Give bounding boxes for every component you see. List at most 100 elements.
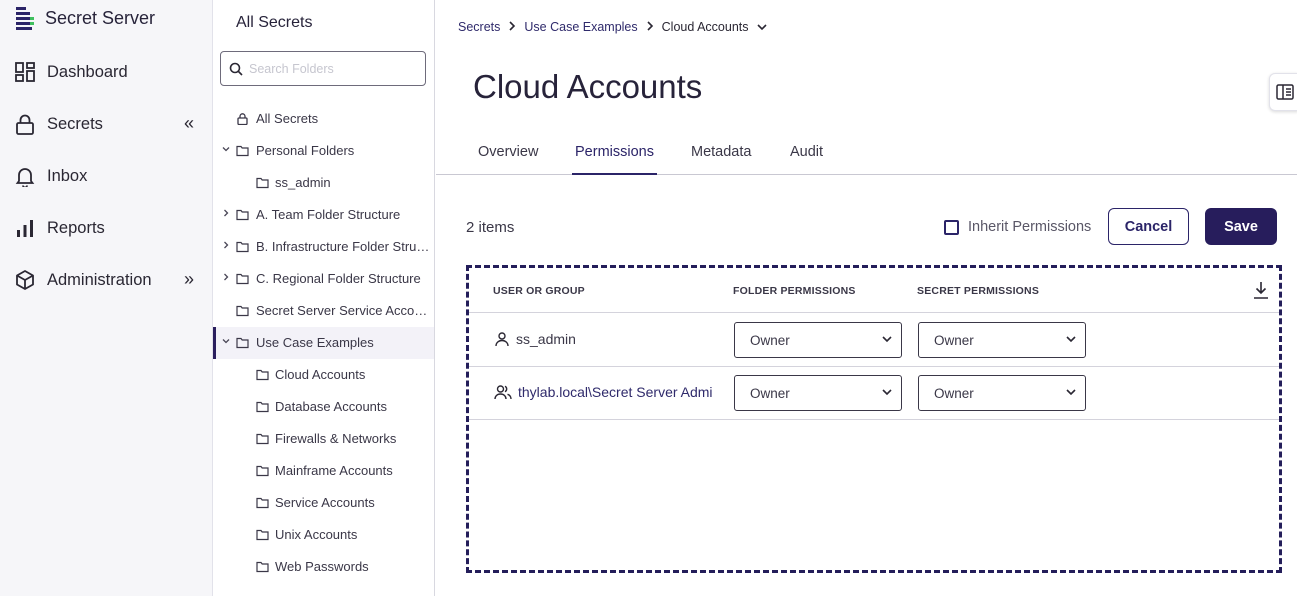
lock-icon [236, 112, 249, 126]
dashboard-icon [15, 62, 35, 82]
save-button[interactable]: Save [1205, 208, 1277, 245]
inherit-permissions-checkbox[interactable] [944, 219, 959, 235]
row-divider [469, 366, 1279, 367]
breadcrumb-use-case-examples[interactable]: Use Case Examples [524, 20, 637, 34]
secret-permission-select[interactable]: Owner [918, 375, 1086, 411]
folder-tree-item[interactable]: Service Accounts [213, 487, 434, 519]
secret-permission-value: Owner [934, 385, 974, 401]
folder-tree-label: Unix Accounts [275, 527, 358, 542]
folder-icon [256, 368, 269, 381]
chevron-right-icon[interactable] [222, 273, 230, 284]
folder-tree-item[interactable]: B. Infrastructure Folder Structure [213, 231, 434, 263]
header-secret-permissions: SECRET PERMISSIONS [917, 285, 1040, 297]
folder-tree-label: C. Regional Folder Structure [256, 271, 421, 286]
group-icon [494, 385, 512, 400]
folder-tree-label: Database Accounts [275, 399, 388, 414]
tab-permissions[interactable]: Permissions [572, 144, 657, 175]
bell-icon [15, 168, 35, 187]
nav-label-secrets: Secrets [47, 114, 103, 133]
folder-tree-item[interactable]: Mainframe Accounts [213, 455, 434, 487]
page-title: Cloud Accounts [473, 68, 703, 105]
cube-icon [16, 270, 34, 290]
folder-icon [256, 176, 269, 189]
brand[interactable]: Secret Server [14, 5, 155, 31]
chevron-right-icon[interactable] [222, 241, 230, 252]
folder-tree-label: Mainframe Accounts [275, 463, 393, 478]
folder-permission-select[interactable]: Owner [734, 375, 902, 411]
nav-item-secrets[interactable]: Secrets [14, 111, 103, 137]
row-divider [469, 419, 1279, 420]
tab-audit[interactable]: Audit [790, 144, 823, 175]
chevron-down-icon[interactable] [756, 20, 767, 34]
secret-permission-select[interactable]: Owner [918, 322, 1086, 358]
folder-tree-label: ss_admin [275, 175, 331, 190]
chevron-right-icon[interactable] [222, 209, 230, 220]
breadcrumb-secrets[interactable]: Secrets [458, 20, 500, 34]
folder-search[interactable] [220, 51, 426, 86]
folder-tree-label: Personal Folders [256, 143, 355, 158]
folder-tree-item[interactable]: Unix Accounts [213, 519, 434, 551]
folder-icon [236, 304, 249, 317]
folder-search-input[interactable] [249, 61, 409, 76]
download-icon[interactable] [1253, 280, 1269, 305]
folder-icon [256, 432, 269, 445]
tab-overview[interactable]: Overview [478, 144, 538, 175]
chevron-down-icon [882, 336, 892, 343]
breadcrumb-current[interactable]: Cloud Accounts [662, 20, 749, 34]
folder-tree-item[interactable]: Use Case Examples [213, 327, 434, 359]
chevron-down-icon[interactable] [222, 145, 230, 156]
nav-item-administration[interactable]: Administration [14, 267, 152, 293]
folder-tree-label: A. Team Folder Structure [256, 207, 401, 222]
folder-permission-select[interactable]: Owner [734, 322, 902, 358]
nav-label-administration: Administration [47, 270, 152, 289]
folder-tree-label: Use Case Examples [256, 335, 374, 350]
nav-label-dashboard: Dashboard [47, 62, 128, 81]
folder-tree-item[interactable]: C. Regional Folder Structure [213, 263, 434, 295]
folder-tree-item[interactable]: All Secrets [213, 103, 434, 135]
inherit-permissions-label: Inherit Permissions [968, 219, 1092, 235]
table-row-user: ss_admin [494, 331, 576, 347]
folder-icon [256, 400, 269, 413]
folder-tree-label: Cloud Accounts [275, 367, 366, 382]
folder-tree-item[interactable]: A. Team Folder Structure [213, 199, 434, 231]
folder-tree-item[interactable]: Secret Server Service Accounts [213, 295, 434, 327]
chevron-down-icon [1066, 389, 1076, 396]
header-user-or-group: USER OR GROUP [493, 285, 585, 297]
nav-label-reports: Reports [47, 218, 105, 237]
row-divider [469, 312, 1279, 313]
nav-item-reports[interactable]: Reports [14, 215, 105, 241]
folder-icon [256, 464, 269, 477]
lock-icon [16, 114, 34, 135]
secret-permission-value: Owner [934, 332, 974, 348]
folder-icon [256, 528, 269, 541]
inherit-permissions-toggle[interactable]: Inherit Permissions [944, 219, 1091, 235]
group-name-link[interactable]: thylab.local\Secret Server Admi [518, 384, 713, 400]
folder-tree-item[interactable]: Personal Folders [213, 135, 434, 167]
table-row-group: thylab.local\Secret Server Admi [494, 384, 713, 400]
cancel-button[interactable]: Cancel [1108, 208, 1189, 245]
side-panel-toggle[interactable] [1269, 73, 1297, 111]
secret-server-logo-icon [16, 7, 34, 30]
side-panel-icon [1275, 84, 1294, 100]
chevron-down-icon[interactable] [222, 337, 230, 348]
folder-icon [236, 336, 249, 349]
collapse-nav-icon[interactable]: « [184, 113, 194, 134]
expand-nav-icon[interactable]: » [184, 269, 194, 290]
folder-tree-item[interactable]: Database Accounts [213, 391, 434, 423]
folder-tree-label: B. Infrastructure Folder Structure [256, 239, 431, 254]
nav-item-inbox[interactable]: Inbox [14, 163, 87, 189]
item-count: 2 items [466, 219, 515, 236]
folder-tree-item[interactable]: ss_admin [213, 167, 434, 199]
folder-icon [236, 144, 249, 157]
bar-chart-icon [17, 220, 33, 237]
tab-metadata[interactable]: Metadata [691, 144, 751, 175]
tab-bar: Overview Permissions Metadata Audit [436, 140, 1297, 175]
folder-tree-label: Service Accounts [275, 495, 375, 510]
folder-tree-item[interactable]: Cloud Accounts [213, 359, 434, 391]
nav-item-dashboard[interactable]: Dashboard [14, 59, 128, 85]
folder-tree-item[interactable]: Firewalls & Networks [213, 423, 434, 455]
folder-panel: All Secrets All Secrets Personal Folders s… [213, 0, 435, 596]
folder-tree-item[interactable]: Web Passwords [213, 551, 434, 583]
nav-label-inbox: Inbox [47, 166, 88, 185]
folder-tree-label: Firewalls & Networks [275, 431, 397, 446]
